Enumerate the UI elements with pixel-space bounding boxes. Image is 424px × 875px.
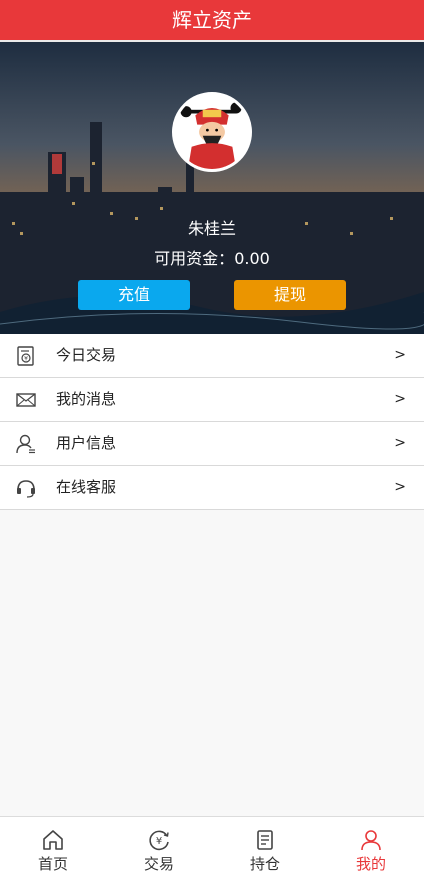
chevron-right-icon: > — [394, 391, 406, 407]
yen-exchange-icon: ¥ — [149, 830, 169, 851]
headset-icon — [17, 480, 35, 498]
svg-text:¥: ¥ — [156, 836, 162, 847]
menu-item-messages[interactable]: 我的消息 > — [0, 378, 424, 422]
balance-row: 可用资金：0.00 — [0, 245, 424, 269]
document-icon — [257, 830, 273, 850]
menu-item-user-info[interactable]: 用户信息 > — [0, 422, 424, 466]
tab-mine[interactable]: 我的 — [318, 817, 424, 875]
home-icon — [43, 830, 63, 850]
tab-label: 持仓 — [249, 855, 280, 873]
profile-banner: 朱桂兰 可用资金：0.00 充值 提现 — [0, 42, 424, 334]
balance-label: 可用资金： — [154, 249, 235, 268]
username: 朱桂兰 — [187, 219, 236, 238]
menu-item-label: 用户信息 — [56, 434, 117, 452]
tab-label: 我的 — [355, 855, 386, 873]
svg-text:¥: ¥ — [24, 356, 28, 363]
avatar[interactable] — [172, 92, 252, 172]
page-title: 辉立资产 — [172, 8, 252, 32]
withdraw-button[interactable]: 提现 — [234, 280, 346, 310]
tab-trade[interactable]: ¥ 交易 — [106, 817, 212, 875]
chevron-right-icon: > — [394, 479, 406, 495]
profile-icon — [361, 830, 381, 851]
balance-value: 0.00 — [234, 249, 270, 268]
tab-label: 首页 — [37, 855, 68, 873]
user-icon — [16, 434, 35, 454]
tab-home[interactable]: 首页 — [0, 817, 106, 875]
menu-item-label: 在线客服 — [56, 478, 117, 496]
chevron-right-icon: > — [394, 347, 406, 363]
menu-list: ¥ 今日交易 > 我的消息 > 用户信息 > 在线客服 > — [0, 334, 424, 510]
tab-label: 交易 — [143, 855, 174, 873]
tab-positions[interactable]: 持仓 — [212, 817, 318, 875]
bottom-tab-bar: 首页 ¥ 交易 持仓 我的 — [0, 816, 424, 875]
receipt-icon: ¥ — [17, 346, 34, 366]
chevron-right-icon: > — [394, 435, 406, 451]
menu-item-today-trades[interactable]: ¥ 今日交易 > — [0, 334, 424, 378]
menu-item-label: 我的消息 — [56, 390, 117, 408]
fortune-god-avatar-icon — [176, 96, 248, 169]
menu-item-online-support[interactable]: 在线客服 > — [0, 466, 424, 510]
mail-icon — [16, 393, 36, 407]
app-header: 辉立资产 — [0, 0, 424, 42]
city-skyline-background — [0, 42, 424, 334]
recharge-button[interactable]: 充值 — [78, 280, 190, 310]
menu-item-label: 今日交易 — [56, 346, 117, 364]
